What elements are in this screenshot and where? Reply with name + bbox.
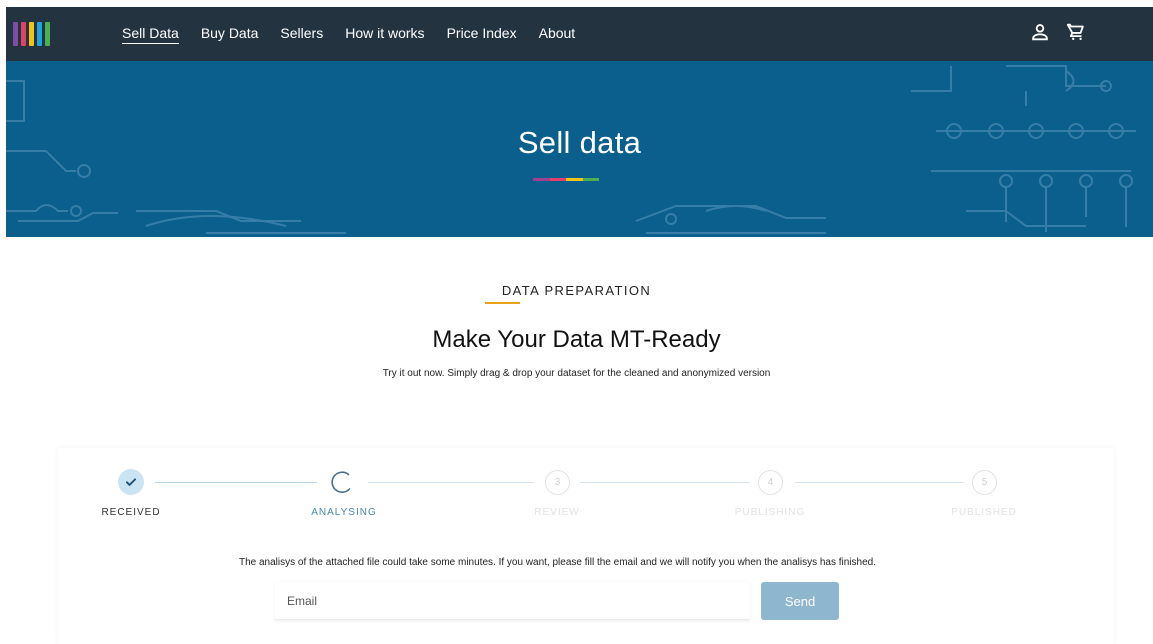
cart-icon[interactable]: [1065, 21, 1087, 43]
spinner-icon: [331, 471, 351, 494]
window-edge: [0, 0, 1153, 7]
step-connector-1: [155, 482, 317, 483]
step-review-marker: 3: [545, 470, 570, 495]
eyebrow-underline: [485, 302, 520, 304]
step-published-label: PUBLISHED: [951, 507, 1017, 518]
nav-link-about[interactable]: About: [539, 25, 576, 43]
step-analysing-marker: [329, 469, 355, 495]
user-icon[interactable]: [1029, 21, 1051, 43]
step-connector-3: [580, 482, 750, 483]
analysis-notice: The analisys of the attached file could …: [238, 557, 876, 568]
section-eyebrow: DATA PREPARATION: [501, 283, 652, 298]
section-heading: Make Your Data MT-Ready: [432, 326, 721, 353]
check-icon: [125, 478, 137, 486]
step-connector-4: [795, 482, 963, 483]
stripe-segment-3: [566, 178, 583, 181]
email-input[interactable]: [275, 582, 750, 620]
stripe-segment-2: [549, 178, 566, 181]
logo-bar-1: [13, 22, 18, 46]
nav-link-price-index[interactable]: Price Index: [447, 25, 517, 43]
nav-link-sellers[interactable]: Sellers: [280, 25, 323, 43]
top-navbar: Sell Data Buy Data Sellers How it works …: [6, 7, 1153, 61]
step-published-number: 5: [981, 477, 988, 488]
nav-link-how-it-works[interactable]: How it works: [345, 25, 424, 43]
logo-bar-2: [21, 22, 26, 46]
logo-bar-5: [45, 22, 50, 46]
step-publishing-number: 4: [767, 477, 774, 488]
send-button[interactable]: Send: [761, 582, 839, 620]
stripe-segment-1: [533, 178, 550, 181]
step-received-label: RECEIVED: [101, 507, 161, 518]
section-subheading: Try it out now. Simply drag & drop your …: [382, 368, 771, 379]
hero-color-stripe: [533, 178, 599, 181]
step-published-marker: 5: [972, 470, 997, 495]
step-publishing-label: PUBLISHING: [734, 507, 806, 518]
logo-bar-3: [29, 22, 34, 46]
hero-banner: Sell data: [6, 61, 1153, 237]
step-connector-2: [368, 482, 534, 483]
nav-actions: [1029, 21, 1087, 43]
nav-link-buy-data[interactable]: Buy Data: [201, 25, 259, 43]
step-analysing-label: ANALYSING: [311, 507, 377, 518]
hero-title: Sell data: [517, 125, 642, 160]
brand-logo[interactable]: [13, 22, 53, 46]
step-review-number: 3: [554, 477, 561, 488]
logo-bar-4: [37, 22, 42, 46]
nav-link-sell-data[interactable]: Sell Data: [122, 25, 179, 44]
stripe-segment-4: [582, 178, 599, 181]
step-publishing-marker: 4: [758, 470, 783, 495]
step-received-marker: [118, 469, 144, 495]
step-review-label: REVIEW: [534, 507, 580, 518]
main-nav: Sell Data Buy Data Sellers How it works …: [122, 7, 597, 61]
